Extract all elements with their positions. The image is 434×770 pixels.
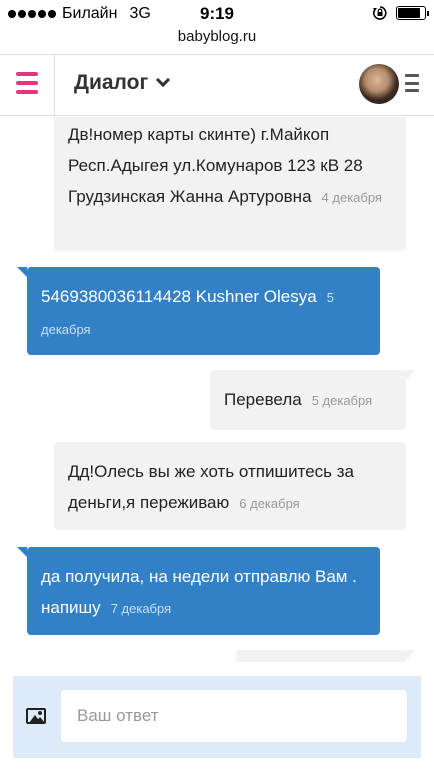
more-menu-icon[interactable] — [405, 74, 419, 92]
bubble-tail — [17, 267, 27, 277]
chevron-down-icon — [156, 72, 171, 88]
message-list[interactable]: Дв!номер карты скинте) г.Майкоп Респ.Ады… — [0, 117, 434, 662]
menu-icon[interactable] — [16, 72, 38, 94]
message-bubble-incoming: Дв!номер карты скинте) г.Майкоп Респ.Ады… — [54, 117, 406, 251]
dialog-selector[interactable]: Диалог — [74, 71, 171, 95]
message-text: Перевела — [224, 390, 302, 409]
message-date: 5 декабря — [311, 393, 373, 408]
message-text: да получила, на недели отправлю Вам . на… — [41, 567, 357, 617]
message-bubble-incoming: Дд!Олесь вы же хоть отпишитесь за деньги… — [54, 442, 406, 530]
message-date: 7 декабря — [110, 601, 172, 616]
message-bubble-outgoing: 5469380036114428 Kushner Olesya 5 декабря — [17, 267, 380, 355]
url-bar[interactable]: babyblog.ru — [0, 28, 434, 52]
message-text: Дд!Олесь вы же хоть отпишитесь за деньги… — [68, 462, 355, 512]
message-bubble-partial — [236, 650, 416, 662]
message-text: Дв!номер карты скинте) г.Майкоп Респ.Ады… — [68, 125, 363, 206]
reply-composer — [13, 676, 421, 758]
reply-input[interactable] — [61, 690, 407, 742]
message-text: 5469380036114428 Kushner Olesya — [41, 287, 317, 306]
rotation-lock-icon — [373, 6, 387, 20]
message-date: 4 декабря — [321, 190, 382, 205]
image-icon[interactable] — [26, 708, 46, 724]
message-bubble-outgoing: да получила, на недели отправлю Вам . на… — [17, 547, 380, 635]
status-bar: Билайн 3G 9:19 — [0, 0, 434, 28]
status-time: 9:19 — [199, 4, 235, 23]
message-bubble-incoming: Перевела 5 декабря — [210, 370, 416, 430]
message-date: 6 декабря — [239, 496, 300, 511]
status-right — [372, 5, 429, 21]
bubble-tail — [406, 370, 416, 380]
bubble-tail — [17, 547, 27, 557]
battery-icon — [396, 6, 429, 20]
avatar[interactable] — [359, 64, 399, 104]
bubble-tail — [406, 650, 416, 660]
dialog-header: Диалог — [0, 54, 434, 116]
page-title: Диалог — [74, 71, 149, 94]
header-divider — [54, 55, 55, 115]
